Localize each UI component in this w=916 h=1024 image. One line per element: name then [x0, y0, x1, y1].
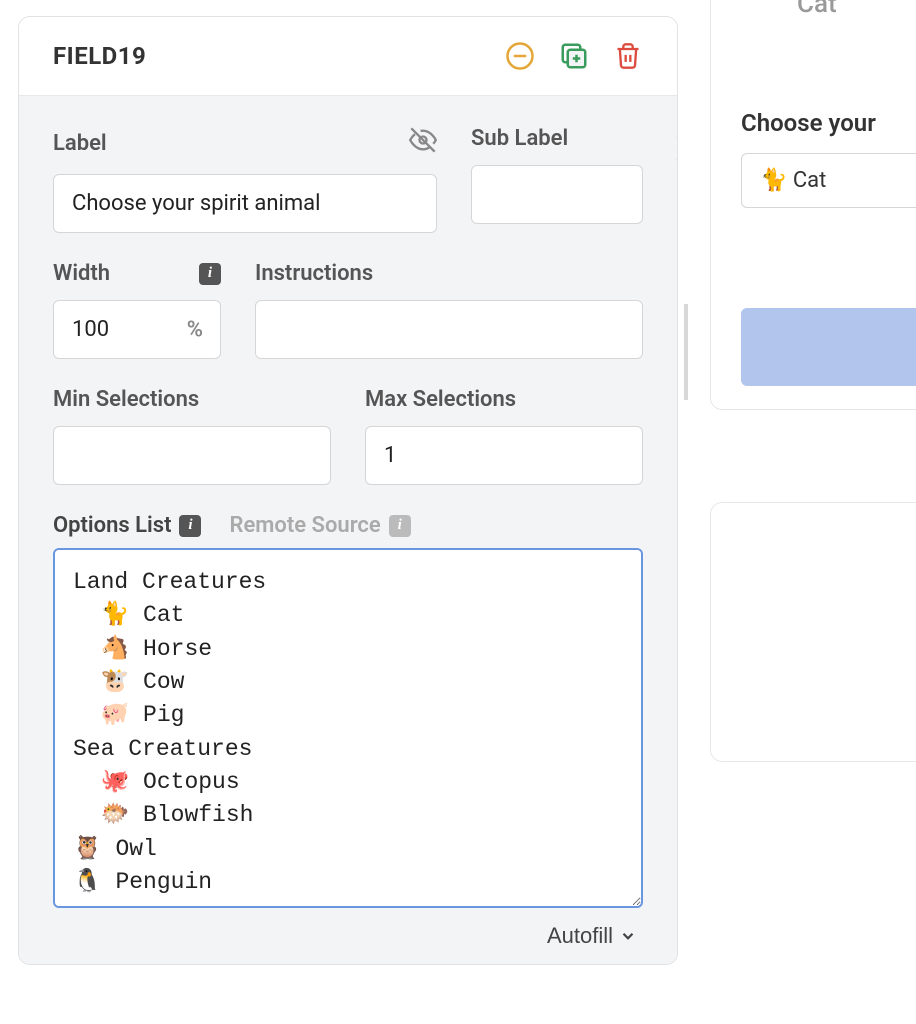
preview-selected-value: 🐈 Cat [760, 168, 826, 193]
width-title: Width [53, 261, 110, 286]
field-id: FIELD19 [53, 42, 146, 70]
max-selections-title: Max Selections [365, 387, 516, 412]
chevron-down-icon [619, 927, 637, 945]
copy-plus-icon [559, 41, 589, 71]
header-actions [505, 41, 643, 71]
visibility-toggle[interactable] [409, 126, 437, 160]
autofill-label: Autofill [547, 923, 613, 949]
preview-field-label: Choose your [741, 109, 916, 137]
delete-button[interactable] [613, 41, 643, 71]
min-selections-title: Min Selections [53, 387, 199, 412]
tab-remote-source-label: Remote Source [229, 513, 380, 538]
resize-handle[interactable] [684, 304, 688, 400]
sublabel-title: Sub Label [471, 126, 568, 151]
panel-body: Label Sub Label Width i [19, 96, 677, 964]
secondary-preview-panel [710, 502, 916, 762]
minus-circle-icon [505, 41, 535, 71]
autofill-button[interactable]: Autofill [541, 922, 643, 950]
trash-icon [614, 41, 642, 71]
submit-button[interactable] [741, 308, 916, 386]
sublabel-input[interactable] [471, 165, 643, 224]
preview-faded-option: Cat [797, 0, 916, 19]
options-tabs: Options List i Remote Source i [53, 513, 643, 538]
min-selections-input[interactable] [53, 426, 331, 485]
label-input[interactable] [53, 174, 437, 233]
info-icon[interactable]: i [389, 515, 411, 537]
eye-off-icon [409, 126, 437, 154]
info-icon[interactable]: i [199, 263, 221, 285]
info-icon[interactable]: i [179, 515, 201, 537]
instructions-input[interactable] [255, 300, 643, 359]
width-input[interactable] [53, 300, 221, 359]
duplicate-button[interactable] [559, 41, 589, 71]
panel-header: FIELD19 [19, 17, 677, 96]
tab-remote-source[interactable]: Remote Source i [229, 513, 410, 538]
field-editor-panel: FIELD19 Label [18, 16, 678, 965]
collapse-button[interactable] [505, 41, 535, 71]
instructions-title: Instructions [255, 261, 373, 286]
tab-options-list-label: Options List [53, 513, 171, 538]
preview-panel: Cat Choose your 🐈 Cat [710, 0, 916, 410]
options-list-textarea[interactable] [53, 548, 643, 908]
preview-select[interactable]: 🐈 Cat [741, 153, 916, 208]
label-title: Label [53, 131, 107, 156]
max-selections-input[interactable] [365, 426, 643, 485]
tab-options-list[interactable]: Options List i [53, 513, 201, 538]
